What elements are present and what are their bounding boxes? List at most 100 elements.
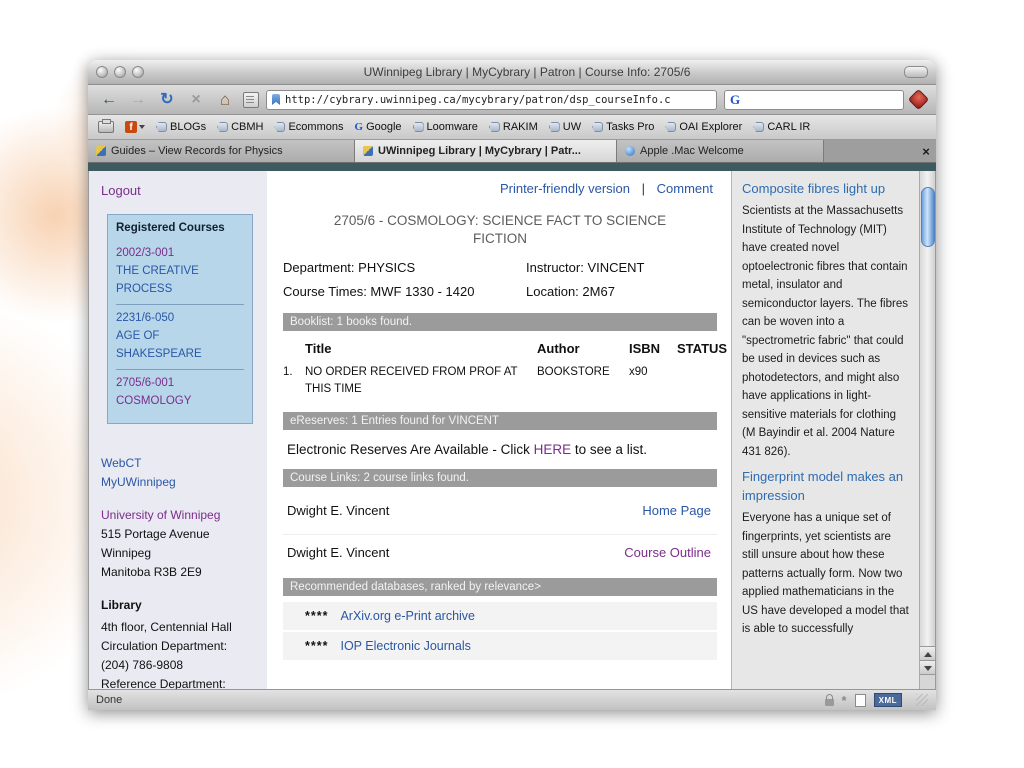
url-bar[interactable]: http://cybrary.uwinnipeg.ca/mycybrary/pa… bbox=[266, 89, 717, 110]
bookmark-item-taskspro[interactable]: Tasks Pro bbox=[592, 121, 654, 133]
stop-button[interactable]: × bbox=[185, 90, 207, 110]
tab-guides[interactable]: Guides – View Records for Physics bbox=[88, 140, 355, 162]
tab-label: Apple .Mac Welcome bbox=[640, 145, 744, 157]
browser-window: UWinnipeg Library | MyCybrary | Patron |… bbox=[88, 60, 936, 710]
reload-button[interactable]: ↻ bbox=[156, 90, 178, 110]
window-titlebar[interactable]: UWinnipeg Library | MyCybrary | Patron |… bbox=[88, 60, 936, 85]
news-item-title[interactable]: Composite fibres light up bbox=[742, 179, 909, 198]
printer-friendly-link[interactable]: Printer-friendly version bbox=[500, 181, 630, 196]
home-button[interactable]: ⌂ bbox=[214, 90, 236, 110]
course-link-name: Dwight E. Vincent bbox=[287, 545, 390, 560]
sidebar-course-2705[interactable]: 2705/6-001 COSMOLOGY bbox=[116, 369, 244, 416]
scroll-down-button[interactable] bbox=[920, 660, 935, 675]
f-bookmark-menu[interactable]: f bbox=[125, 121, 145, 133]
bookmark-item-blogs[interactable]: BLOGs bbox=[156, 121, 206, 133]
window-title: UWinnipeg Library | MyCybrary | Patron |… bbox=[363, 65, 691, 79]
course-times-value: Course Times: MWF 1330 - 1420 bbox=[283, 284, 475, 299]
print-icon[interactable] bbox=[98, 119, 114, 133]
department-value: Department: PHYSICS bbox=[283, 260, 416, 275]
navigation-toolbar: ← → ↻ × ⌂ http://cybrary.uwinnipeg.ca/my… bbox=[88, 85, 936, 115]
bookmark-item-rakim[interactable]: RAKIM bbox=[488, 121, 538, 133]
close-tab-button[interactable]: × bbox=[916, 140, 936, 162]
sidebar-course-2002[interactable]: 2002/3-001 THE CREATIVE PROCESS bbox=[116, 240, 244, 304]
chevron-down-icon bbox=[139, 125, 145, 129]
status-bar: Done * XML bbox=[88, 689, 936, 710]
separator: | bbox=[641, 181, 646, 196]
xml-badge[interactable]: XML bbox=[873, 693, 902, 707]
forward-button[interactable]: → bbox=[127, 90, 149, 110]
row-number: 1. bbox=[283, 366, 293, 378]
f-icon: f bbox=[125, 121, 137, 133]
bookmark-label: CARL IR bbox=[767, 121, 811, 133]
course-outline-link[interactable]: Course Outline bbox=[624, 545, 711, 560]
lock-icon bbox=[824, 693, 834, 706]
course-name-link[interactable]: COSMOLOGY bbox=[116, 392, 244, 410]
url-text[interactable]: http://cybrary.uwinnipeg.ca/mycybrary/pa… bbox=[285, 94, 671, 106]
course-code-link[interactable]: 2002/3-001 bbox=[116, 244, 244, 262]
course-link-row: Dwight E. Vincent Home Page bbox=[283, 493, 717, 528]
tab-mycybrary[interactable]: UWinnipeg Library | MyCybrary | Patr... bbox=[355, 140, 617, 162]
bookmark-item-cbmh[interactable]: CBMH bbox=[217, 121, 263, 133]
bookmark-label: Tasks Pro bbox=[606, 121, 655, 133]
course-link-name: Dwight E. Vincent bbox=[287, 503, 390, 518]
course-link-row: Dwight E. Vincent Course Outline bbox=[283, 534, 717, 570]
address-line: 515 Portage Avenue bbox=[101, 527, 210, 541]
page-tool-icon[interactable] bbox=[243, 91, 259, 108]
myuwinnipeg-link[interactable]: MyUWinnipeg bbox=[101, 473, 257, 492]
bookmark-item-ecommons[interactable]: Ecommons bbox=[274, 121, 344, 133]
col-title: Title bbox=[305, 341, 332, 356]
resize-grip[interactable] bbox=[916, 694, 928, 706]
google-search-field[interactable]: G bbox=[724, 89, 904, 110]
report-bug-icon[interactable] bbox=[907, 88, 930, 111]
back-button[interactable]: ← bbox=[98, 90, 120, 110]
tag-icon bbox=[665, 122, 677, 132]
university-link[interactable]: University of Winnipeg bbox=[101, 506, 257, 525]
course-code-link[interactable]: 2705/6-001 bbox=[116, 374, 244, 392]
up-arrow-icon bbox=[923, 651, 932, 657]
bookmark-item-oaiexplorer[interactable]: OAI Explorer bbox=[665, 121, 742, 133]
left-sidebar: Logout Registered Courses 2002/3-001 THE… bbox=[89, 171, 267, 689]
page-content: Logout Registered Courses 2002/3-001 THE… bbox=[88, 171, 936, 689]
iop-link[interactable]: IOP Electronic Journals bbox=[340, 639, 470, 653]
course-code-link[interactable]: 2231/6-050 bbox=[116, 309, 244, 327]
comment-link[interactable]: Comment bbox=[657, 181, 713, 196]
news-item-body: Everyone has a unique set of fingerprint… bbox=[742, 512, 909, 635]
tab-favicon bbox=[96, 146, 106, 156]
close-window-button[interactable] bbox=[96, 66, 108, 78]
scroll-up-button[interactable] bbox=[920, 646, 935, 661]
vertical-scrollbar[interactable] bbox=[919, 171, 935, 689]
course-name-link[interactable]: THE CREATIVE PROCESS bbox=[116, 262, 244, 298]
bookmark-item-carlir[interactable]: CARL IR bbox=[753, 121, 810, 133]
news-item-body: Scientists at the Massachusetts Institut… bbox=[742, 205, 908, 458]
bookmark-item-loomware[interactable]: Loomware bbox=[412, 121, 478, 133]
course-name-link[interactable]: AGE OF SHAKESPEARE bbox=[116, 327, 244, 363]
home-page-link[interactable]: Home Page bbox=[642, 503, 711, 518]
news-item-title[interactable]: Fingerprint model makes an impression bbox=[742, 467, 909, 505]
tab-favicon bbox=[625, 146, 635, 156]
arxiv-link[interactable]: ArXiv.org e-Print archive bbox=[340, 609, 475, 623]
bookmark-label: BLOGs bbox=[170, 121, 207, 133]
scrollbar-thumb[interactable] bbox=[921, 187, 935, 247]
course-info-main: Printer-friendly version | Comment 2705/… bbox=[267, 171, 731, 689]
tab-apple-mac[interactable]: Apple .Mac Welcome bbox=[617, 140, 824, 162]
minimize-window-button[interactable] bbox=[114, 66, 126, 78]
bookmark-item-uw[interactable]: UW bbox=[548, 121, 581, 133]
webct-link[interactable]: WebCT bbox=[101, 454, 257, 473]
tab-favicon bbox=[363, 146, 373, 156]
page-info-icon[interactable] bbox=[854, 693, 866, 707]
google-g-icon: G bbox=[354, 121, 364, 133]
bookmarks-bar: f BLOGs CBMH Ecommons G Google Loomware R… bbox=[88, 115, 936, 140]
book-isbn: x90 bbox=[629, 366, 648, 378]
zoom-window-button[interactable] bbox=[132, 66, 144, 78]
bookmark-label: CBMH bbox=[231, 121, 264, 133]
bookmark-item-google[interactable]: G Google bbox=[355, 121, 402, 133]
sidebar-course-2231[interactable]: 2231/6-050 AGE OF SHAKESPEARE bbox=[116, 304, 244, 369]
logout-link[interactable]: Logout bbox=[101, 183, 257, 198]
ereserves-here-link[interactable]: HERE bbox=[534, 442, 572, 457]
tag-icon bbox=[592, 122, 604, 132]
toolbar-toggle-button[interactable] bbox=[904, 66, 928, 78]
ereserves-text: Electronic Reserves Are Available - Clic… bbox=[287, 442, 715, 457]
address-line: Winnipeg bbox=[101, 546, 152, 560]
tag-icon bbox=[548, 122, 560, 132]
library-line: (204) 786-9808 bbox=[101, 658, 184, 672]
